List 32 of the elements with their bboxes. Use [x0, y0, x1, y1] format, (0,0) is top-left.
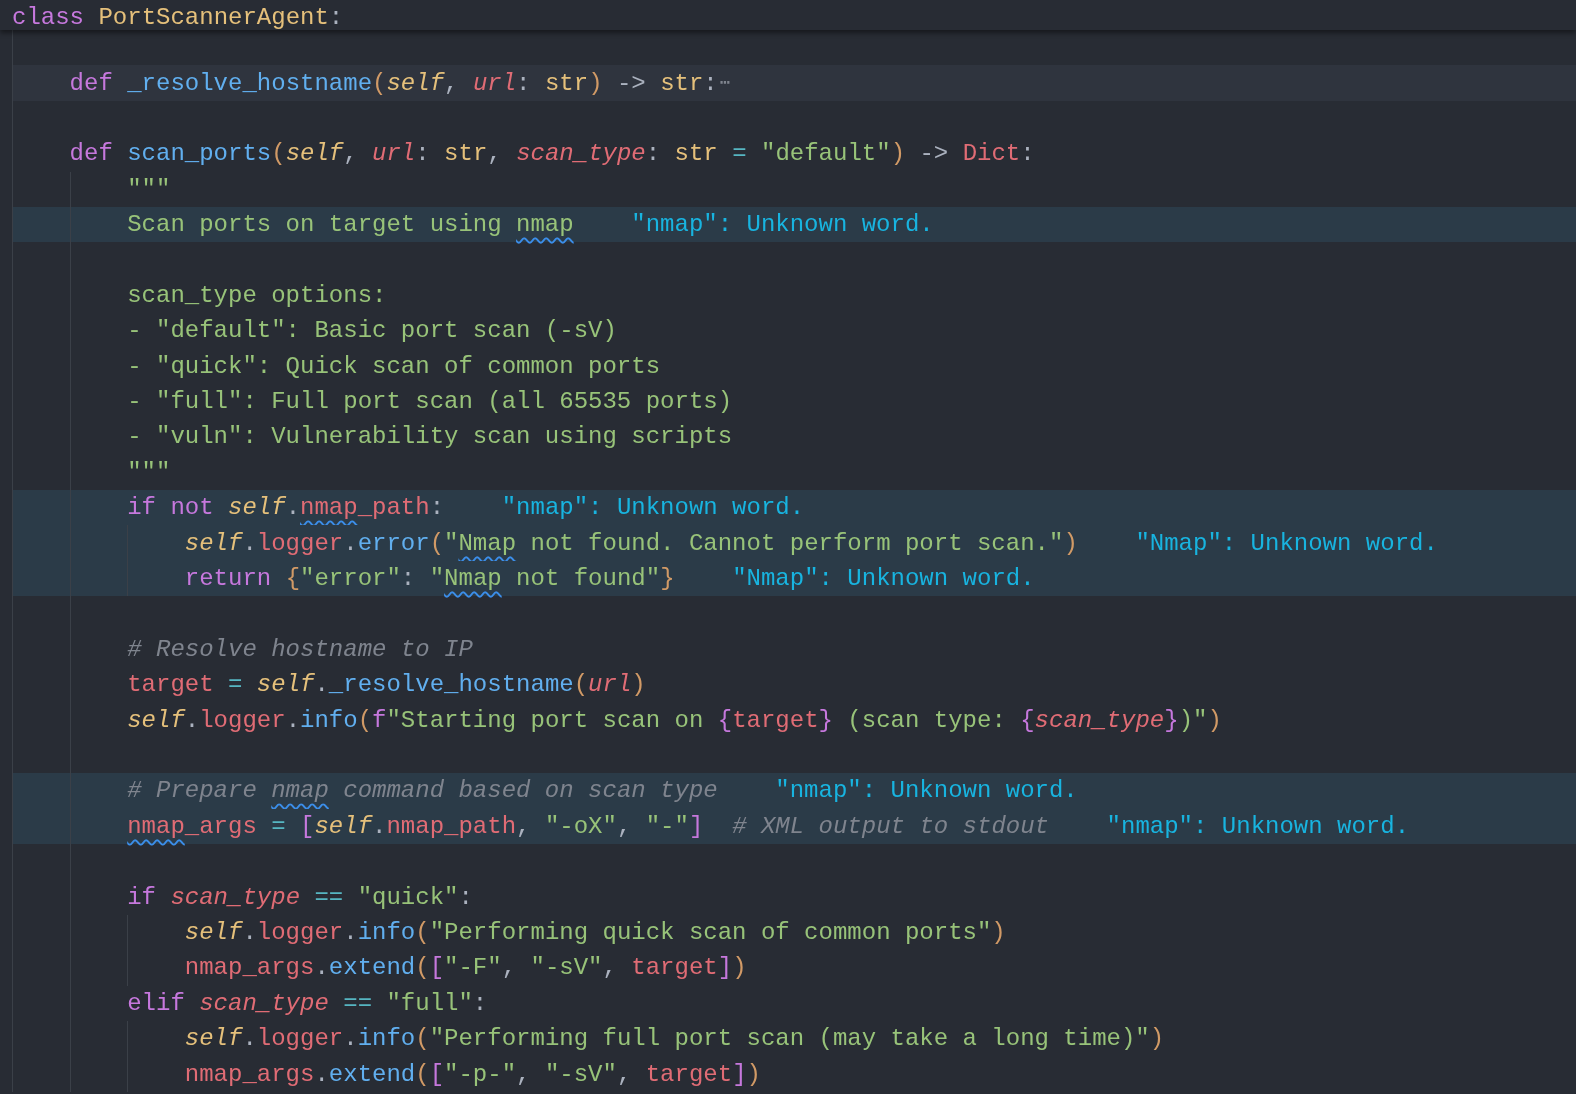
code-line: scan_type options:: [127, 280, 387, 311]
diagnostic-message: "nmap": Unknown word.: [631, 210, 934, 241]
code-line: - "full": Full port scan (all 65535 ports): [127, 387, 733, 418]
code-line: Scan ports on target using nmap: [127, 210, 574, 241]
code-line: """: [127, 457, 171, 488]
code-line: - "vuln": Vulnerability scan using scripts: [127, 422, 733, 453]
diagnostic-message: "Nmap": Unknown word.: [1135, 528, 1438, 559]
code-line: nmap_args = [self.nmap_path, "-oX", "-"] # XML output to stdout: [127, 811, 1049, 842]
code-line: if not self.nmap_path:: [127, 493, 445, 524]
code-line: self.logger.info("Performing full port scan (may take a long time)"): [184, 1024, 1165, 1055]
diagnostic-message: "nmap": Unknown word.: [501, 493, 805, 524]
diagnostic-message: "nmap": Unknown word.: [1106, 811, 1410, 842]
code-line: target = self._resolve_hostname(url): [127, 670, 646, 701]
code-line: self.logger.info(f"Starting port scan on {target} (scan type: {scan_type})"): [127, 705, 1222, 736]
code-line: elif scan_type == "full":: [127, 988, 488, 1019]
code-line: """: [127, 174, 171, 205]
code-line: self.logger.error("Nmap not found. Cannot perform port scan."): [184, 528, 1078, 559]
code-line: nmap_args.extend(["-F", "-sV", target]): [184, 953, 747, 984]
code-line: - "quick": Quick scan of common ports: [127, 351, 661, 382]
code-line: def scan_ports(self, url: str, scan_type: str = "default") -> Dict:: [69, 139, 1035, 170]
code-line: # Resolve hostname to IP: [127, 634, 473, 665]
code-line: nmap_args.extend(["-p-", "-sV", target]): [184, 1059, 761, 1090]
code-line: self.logger.info("Performing quick scan of common ports"): [184, 917, 1006, 948]
diagnostic-message: "Nmap": Unknown word.: [732, 564, 1035, 595]
code-line: if scan_type == "quick":: [127, 882, 473, 913]
code-line: - "default": Basic port scan (-sV): [127, 316, 617, 347]
code-line: return {"error": "Nmap not found"}: [184, 564, 675, 595]
code-line: # Prepare nmap command based on scan type: [127, 776, 718, 807]
diagnostic-message: "nmap": Unknown word.: [775, 776, 1078, 807]
fold-ellipsis[interactable]: ⋯: [719, 65, 731, 101]
code-line: class PortScannerAgent:: [12, 6, 344, 30]
code-line: def _resolve_hostname(self, url: str) -> str:: [69, 68, 718, 99]
